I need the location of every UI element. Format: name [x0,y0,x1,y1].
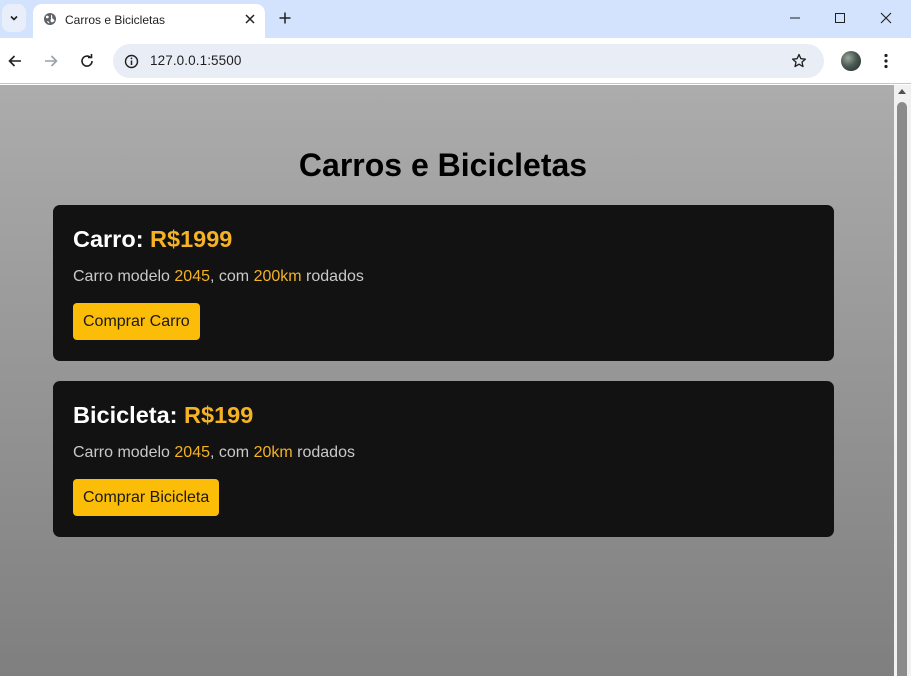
back-button[interactable] [3,49,27,73]
reload-icon [81,54,93,67]
product-price: R$1999 [150,226,233,252]
product-card-bicycle: Bicicleta: R$199 Carro modelo 2045, com … [53,381,834,537]
plus-icon [279,12,291,24]
product-name: Carro [73,226,136,252]
address-bar[interactable]: 127.0.0.1:5500 [113,44,824,78]
tab-search-button[interactable] [2,4,26,32]
maximize-button[interactable] [825,4,855,32]
maximize-icon [835,13,845,23]
desc-suffix: rodados [306,268,364,285]
site-info-button[interactable] [121,51,141,71]
page-viewport: Carros e Bicicletas Carro: R$1999 Carro … [0,85,894,676]
close-icon [245,14,255,24]
close-window-button[interactable] [871,4,901,32]
page-title: Carros e Bicicletas [298,147,588,183]
mileage: 20km [253,444,293,461]
minimize-icon [790,17,800,19]
desc-mid: , com [209,444,250,461]
browser-toolbar: 127.0.0.1:5500 [0,38,911,84]
url-text: 127.0.0.1:5500 [150,53,242,68]
desc-prefix: Carro modelo [73,444,170,461]
product-description: Carro modelo 2045, com 20km rodados [73,444,355,462]
product-price: R$199 [184,402,254,428]
minimize-button[interactable] [780,4,810,32]
scroll-up-arrow-icon[interactable] [898,89,906,94]
buy-car-button[interactable]: Comprar Carro [73,303,200,340]
desc-prefix: Carro modelo [73,268,170,285]
tab-close-button[interactable] [241,10,259,28]
desc-suffix: rodados [297,444,355,461]
new-tab-button[interactable] [275,8,295,28]
forward-button[interactable] [39,49,63,73]
browser-menu-button[interactable] [876,50,896,72]
model-year: 2045 [174,444,210,461]
star-icon [791,53,807,68]
scroll-thumb[interactable] [897,102,907,676]
globe-icon [44,13,56,25]
reload-button[interactable] [75,49,99,73]
tab-title: Carros e Bicicletas [65,13,166,27]
product-description: Carro modelo 2045, com 200km rodados [73,268,364,286]
browser-tab[interactable]: Carros e Bicicletas [33,4,265,38]
close-icon [880,12,892,24]
info-icon [124,54,138,68]
model-year: 2045 [174,268,210,285]
bookmark-button[interactable] [789,51,809,71]
chevron-down-icon [10,15,18,21]
arrow-right-icon [45,55,58,67]
arrow-left-icon [8,55,21,67]
desc-mid: , com [209,268,250,285]
more-vertical-icon [884,53,888,69]
card-heading: Carro: R$1999 [73,226,233,252]
buy-bicycle-button[interactable]: Comprar Bicicleta [73,479,220,516]
mileage: 200km [253,268,302,285]
tab-strip: Carros e Bicicletas [0,0,911,38]
product-card-car: Carro: R$1999 Carro modelo 2045, com 200… [53,205,834,361]
vertical-scrollbar[interactable] [894,85,911,676]
product-name: Bicicleta [73,402,170,428]
card-heading: Bicicleta: R$199 [73,402,254,428]
profile-avatar[interactable] [841,51,861,71]
